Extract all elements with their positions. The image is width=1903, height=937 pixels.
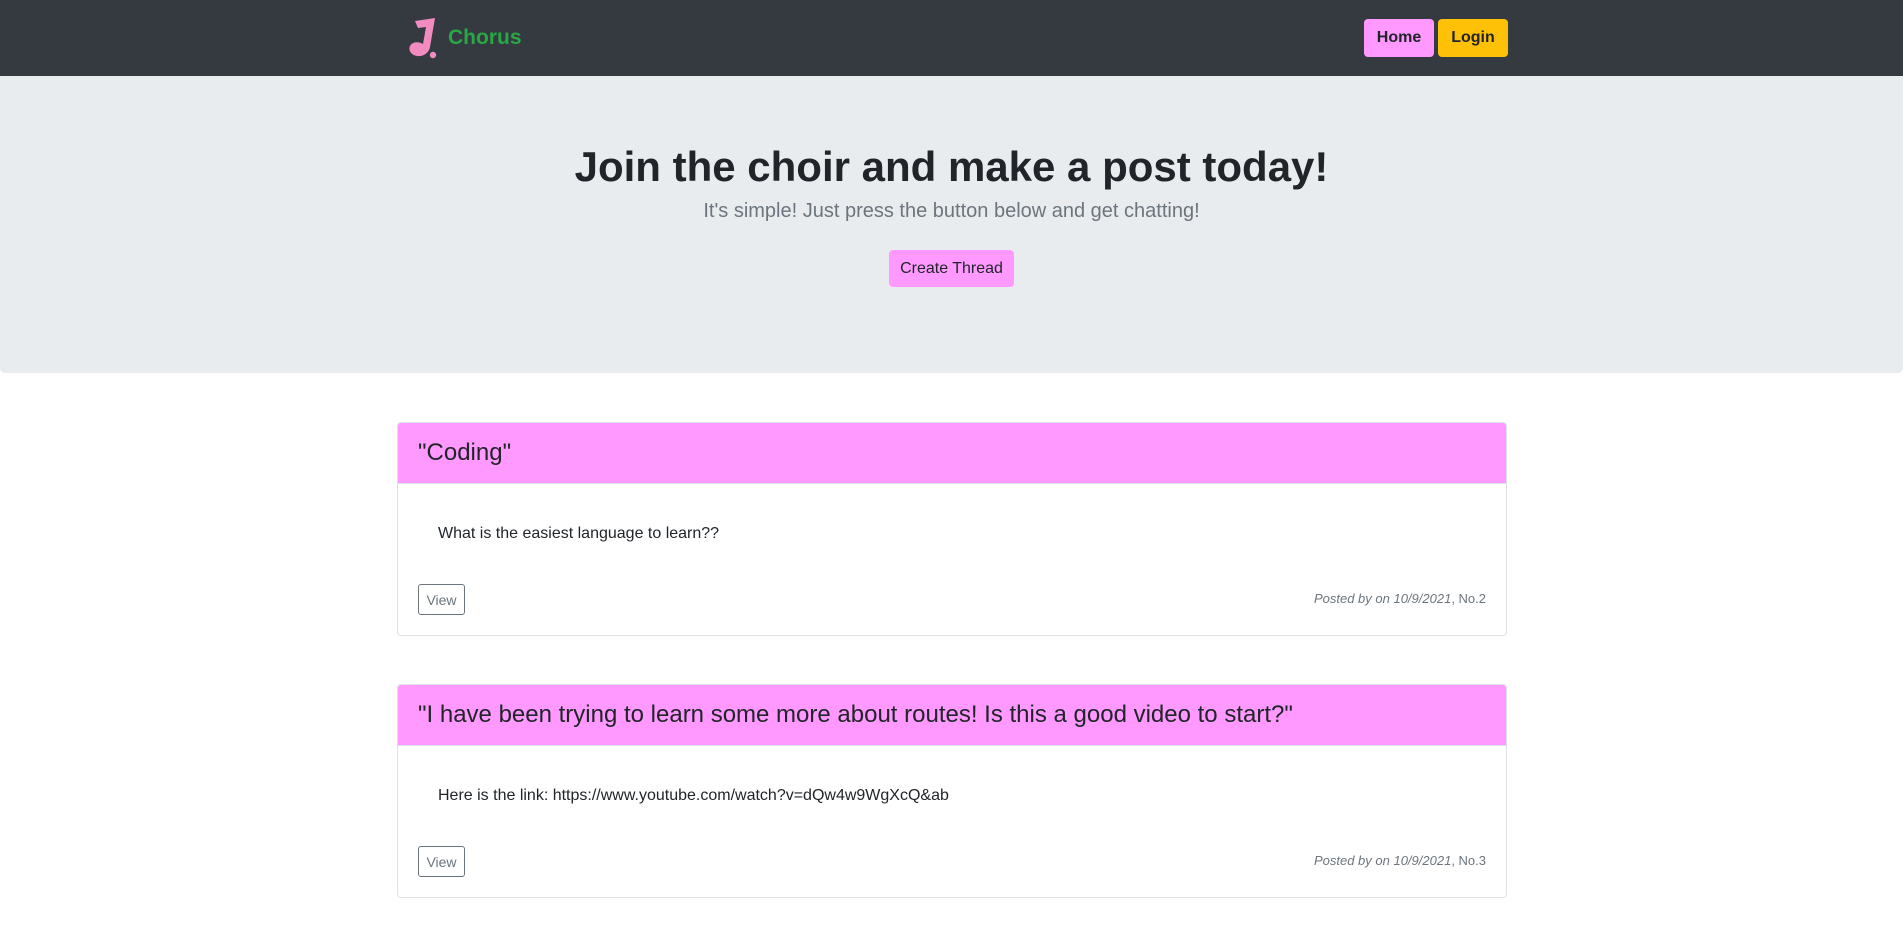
- create-thread-button[interactable]: Create Thread: [889, 250, 1014, 287]
- thread-number: , No.2: [1451, 591, 1486, 606]
- view-button[interactable]: View: [418, 584, 465, 615]
- jumbotron: Join the choir and make a post today! It…: [0, 76, 1903, 373]
- brand-link[interactable]: Chorus: [402, 14, 522, 62]
- login-button[interactable]: Login: [1438, 19, 1508, 57]
- thread-card: "Coding" What is the easiest language to…: [397, 422, 1507, 636]
- navbar: Chorus Home Login: [0, 0, 1903, 76]
- view-button[interactable]: View: [418, 846, 465, 877]
- music-note-icon: [409, 18, 437, 59]
- page-lead: It's simple! Just press the button below…: [703, 200, 1200, 222]
- posted-info: Posted by on 10/9/2021: [1313, 591, 1452, 606]
- thread-number: , No.3: [1451, 853, 1486, 868]
- thread-body: Here is the link: https://www.youtube.co…: [398, 746, 1506, 897]
- brand-name: Chorus: [448, 26, 522, 49]
- home-button[interactable]: Home: [1364, 19, 1434, 57]
- page-title: Join the choir and make a post today!: [574, 143, 1329, 190]
- thread-text: Here is the link: https://www.youtube.co…: [438, 787, 949, 804]
- posted-info: Posted by on 10/9/2021: [1313, 853, 1452, 868]
- thread-title: "Coding": [398, 423, 1506, 484]
- thread-meta: Posted by on 10/9/2021, No.3: [1314, 853, 1486, 868]
- thread-title: "I have been trying to learn some more a…: [398, 685, 1506, 746]
- thread-meta: Posted by on 10/9/2021, No.2: [1314, 591, 1486, 606]
- nav-buttons: Home Login: [1364, 19, 1508, 57]
- thread-card: "I have been trying to learn some more a…: [397, 684, 1507, 898]
- thread-text: What is the easiest language to learn??: [438, 525, 720, 542]
- thread-body: What is the easiest language to learn?? …: [398, 484, 1506, 635]
